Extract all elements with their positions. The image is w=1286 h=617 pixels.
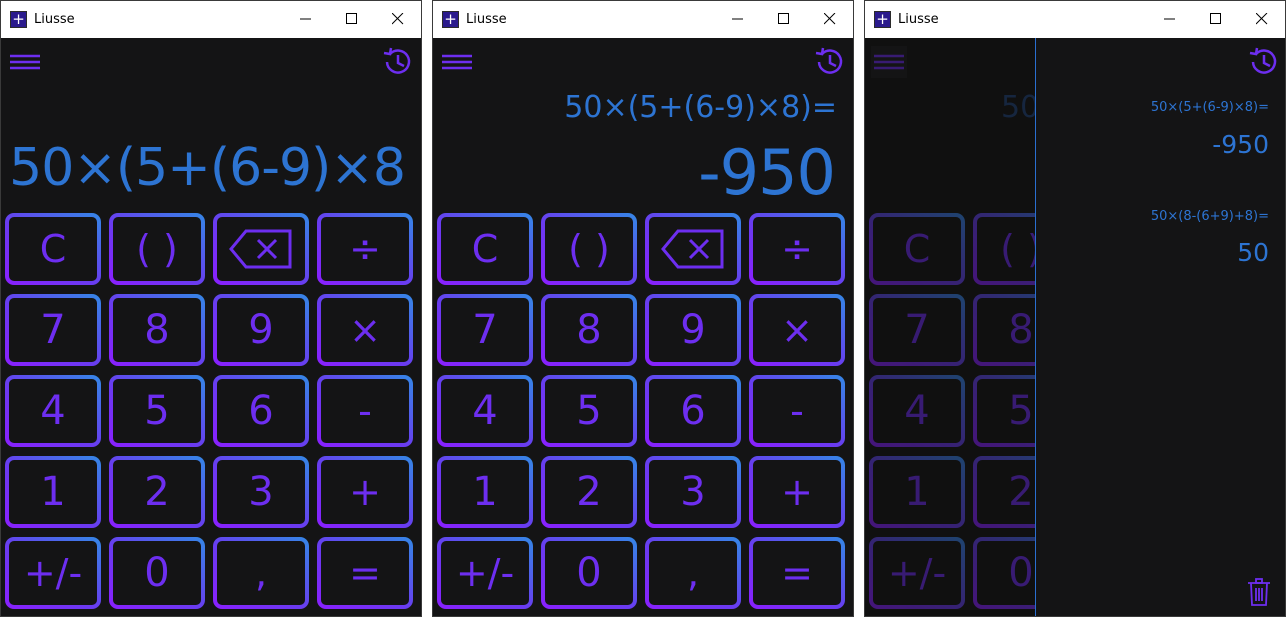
trash-icon[interactable]: [1247, 578, 1271, 606]
decimal-button[interactable]: ,: [645, 537, 741, 609]
clear-button[interactable]: C: [437, 213, 533, 285]
multiply-button[interactable]: ×: [749, 294, 845, 366]
hamburger-menu-icon[interactable]: [871, 46, 907, 78]
divide-button[interactable]: ÷: [317, 213, 413, 285]
clear-button[interactable]: C: [869, 213, 965, 285]
negate-button[interactable]: +/-: [5, 537, 101, 609]
backspace-icon: [661, 229, 724, 269]
maximize-button[interactable]: [761, 1, 807, 38]
history-item-expression[interactable]: 50×(5+(6-9)×8)=: [1151, 100, 1269, 115]
digit-0-button[interactable]: 0: [109, 537, 205, 609]
digit-4-button[interactable]: 4: [5, 375, 101, 447]
window-title: Liusse: [34, 12, 75, 27]
history-item-expression[interactable]: 50×(8-(6+9)+8)=: [1151, 209, 1269, 224]
decimal-button[interactable]: ,: [213, 537, 309, 609]
window-title: Liusse: [466, 12, 507, 27]
expression-display: 50×(5+(6-9)×8: [9, 138, 406, 198]
equals-button[interactable]: =: [749, 537, 845, 609]
history-icon[interactable]: [1245, 44, 1281, 80]
backspace-button[interactable]: [645, 213, 741, 285]
digit-5-button[interactable]: 5: [541, 375, 637, 447]
expression-display: 50×(5+(6-9)×8)=: [564, 90, 837, 125]
clear-button[interactable]: C: [5, 213, 101, 285]
calculator-window-3: + Liusse 50 C( )÷789×456-123++/-0,= 50×(…: [864, 0, 1286, 617]
minimize-button[interactable]: [1147, 1, 1193, 38]
calculator-body: 50×(5+(6-9)×8 C( ) ÷ 7 8 9 × 4 5 6- 1 2 3 + +/- 0, =: [1, 38, 421, 616]
history-panel: 50×(5+(6-9)×8)= -950 50×(8-(6+9)+8)= 50: [1035, 38, 1285, 616]
maximize-button[interactable]: [329, 1, 375, 38]
digit-2-button[interactable]: 2: [109, 456, 205, 528]
title-bar[interactable]: + Liusse: [865, 1, 1285, 38]
digit-1-button[interactable]: 1: [437, 456, 533, 528]
maximize-button[interactable]: [1193, 1, 1239, 38]
title-bar[interactable]: + Liusse: [433, 1, 853, 38]
hamburger-menu-icon[interactable]: [439, 46, 475, 78]
backspace-icon: [229, 229, 292, 269]
negate-button[interactable]: +/-: [869, 537, 965, 609]
calculator-window-1: + Liusse 50×(5+(6-9)×8 C( ) ÷ 7 8 9 × 4 5 6-1 2 3 +…: [0, 0, 422, 617]
digit-3-button[interactable]: 3: [645, 456, 741, 528]
close-button[interactable]: [807, 1, 853, 38]
calculator-window-2: + Liusse 50×(5+(6-9)×8)= -950 C( ) ÷ 7 8 9 × 4…: [432, 0, 854, 617]
add-button[interactable]: +: [749, 456, 845, 528]
subtract-button[interactable]: -: [749, 375, 845, 447]
digit-9-button[interactable]: 9: [213, 294, 309, 366]
digit-3-button[interactable]: 3: [213, 456, 309, 528]
keypad: C( ) ÷ 789× 456- 123+ +/-0,=: [5, 213, 419, 615]
app-icon: +: [442, 11, 459, 28]
history-icon[interactable]: [379, 44, 415, 80]
negate-button[interactable]: +/-: [437, 537, 533, 609]
digit-0-button[interactable]: 0: [541, 537, 637, 609]
digit-1-button[interactable]: 1: [5, 456, 101, 528]
digit-6-button[interactable]: 6: [213, 375, 309, 447]
close-button[interactable]: [1239, 1, 1285, 38]
subtract-button[interactable]: -: [317, 375, 413, 447]
digit-7-button[interactable]: 7: [5, 294, 101, 366]
window-title: Liusse: [898, 12, 939, 27]
history-item-result[interactable]: -950: [1212, 130, 1269, 159]
add-button[interactable]: +: [317, 456, 413, 528]
title-bar[interactable]: + Liusse: [1, 1, 421, 38]
history-icon[interactable]: [811, 44, 847, 80]
keypad: C( ) ÷ 789× 456- 123+ +/-0,=: [437, 213, 851, 615]
digit-9-button[interactable]: 9: [645, 294, 741, 366]
app-icon: +: [10, 11, 27, 28]
digit-4-button[interactable]: 4: [869, 375, 965, 447]
app-icon: +: [874, 11, 891, 28]
digit-7-button[interactable]: 7: [437, 294, 533, 366]
divide-button[interactable]: ÷: [749, 213, 845, 285]
digit-5-button[interactable]: 5: [109, 375, 205, 447]
digit-1-button[interactable]: 1: [869, 456, 965, 528]
backspace-button[interactable]: [213, 213, 309, 285]
minimize-button[interactable]: [715, 1, 761, 38]
calculator-body: 50 C( )÷789×456-123++/-0,= 50×(5+(6-9)×8…: [865, 38, 1285, 616]
minimize-button[interactable]: [283, 1, 329, 38]
calculator-body: 50×(5+(6-9)×8)= -950 C( ) ÷ 7 8 9 × 4 5 6- 1 2 3 + +/…: [433, 38, 853, 616]
digit-7-button[interactable]: 7: [869, 294, 965, 366]
parentheses-button[interactable]: ( ): [109, 213, 205, 285]
digit-2-button[interactable]: 2: [541, 456, 637, 528]
history-item-result[interactable]: 50: [1237, 238, 1269, 267]
multiply-button[interactable]: ×: [317, 294, 413, 366]
hamburger-menu-icon[interactable]: [7, 46, 43, 78]
digit-6-button[interactable]: 6: [645, 375, 741, 447]
digit-8-button[interactable]: 8: [109, 294, 205, 366]
digit-8-button[interactable]: 8: [541, 294, 637, 366]
digit-4-button[interactable]: 4: [437, 375, 533, 447]
result-display: -950: [698, 136, 836, 209]
equals-button[interactable]: =: [317, 537, 413, 609]
close-button[interactable]: [375, 1, 421, 38]
expression-display-partial: 50: [1001, 90, 1040, 125]
parentheses-button[interactable]: ( ): [541, 213, 637, 285]
